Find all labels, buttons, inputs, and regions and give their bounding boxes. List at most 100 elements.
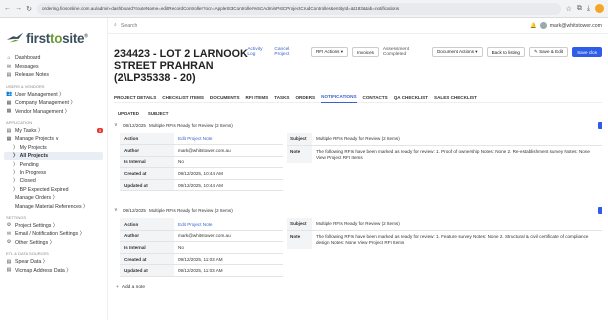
gear-icon: ⚙ (6, 239, 12, 246)
sidebar: firsttosite® ⌂ Dashboard ✉ Messages ▤ Release… (0, 18, 108, 320)
sidebar-item[interactable]: ▤ Vicmap Address Data 〉 (4, 266, 103, 274)
sidebar-item-manage-material[interactable]: Manage Material References 〉 (4, 202, 103, 210)
row-action-handle[interactable] (598, 206, 602, 214)
bird-logo-icon (6, 32, 24, 43)
chevron-down-icon[interactable]: ∨ (114, 207, 120, 213)
edit-project-note-link[interactable]: Edit Project Note (174, 133, 283, 146)
notes-icon: ▤ (6, 71, 12, 78)
reload-icon[interactable]: ↻ (26, 5, 32, 13)
table-cell: mark@whitstower.com.au (174, 144, 283, 157)
add-note-button[interactable]: + Add a note (114, 285, 602, 290)
page-title: 234423 - LOT 2 LARNOOK STREET PRAHRAN (2… (114, 48, 248, 84)
notification-row[interactable]: ∨ 08/12/2025 Multiple RFIs Ready for Revie… (114, 121, 602, 129)
search-input[interactable]: Search (121, 23, 137, 29)
tab-project-details[interactable]: PROJECT DETAILS (114, 92, 156, 103)
user-menu[interactable]: 🔔 mark@whitstower.com (530, 22, 602, 29)
browser-bar: ← → ↻ ordering.fiosonline.com.au/admin-d… (0, 0, 608, 18)
notification-detail: Action Edit Project Note Author mark@whitst… (114, 218, 602, 277)
sidebar-item[interactable]: ⌂ Dashboard (4, 54, 103, 62)
database-icon: ▤ (6, 267, 12, 273)
back-icon[interactable]: ← (4, 5, 11, 12)
back-to-listing-button[interactable]: Back to listing (486, 47, 525, 57)
rfi-actions-button[interactable]: RFI Actions ▾ (310, 47, 349, 57)
tab-orders[interactable]: ORDERS (295, 92, 315, 103)
company-icon: ▦ (6, 99, 12, 106)
tasks-count-badge: 3 (96, 128, 103, 134)
main-content: ⌕ Search 🔔 mark@whitstower.com 234423 - … (108, 18, 608, 320)
section-data: ETL & DATA SOURCES (6, 251, 49, 257)
notification-row[interactable]: ∨ 09/12/2025 Multiple RFIs Ready for Revie… (114, 206, 602, 214)
table-row: Author mark@whitstower.com.au (120, 144, 283, 157)
sidebar-item[interactable]: ⚙ Other Settings 〉 (4, 238, 103, 246)
sidebar-item-my-tasks[interactable]: ▤ My Tasks 〉 3 (4, 126, 103, 134)
column-subject[interactable]: SUBJECT (148, 111, 169, 116)
sidebar-subitem[interactable]: 〉 In Progress (4, 168, 103, 176)
sidebar-item[interactable]: ✉ Email / Notification Settings 〉 (4, 230, 103, 238)
table-cell: No (174, 241, 283, 254)
activity-log-link[interactable]: Activity Log (247, 47, 271, 57)
chevron-down-icon[interactable]: ∨ (114, 122, 120, 128)
table-row: Is Internal No (120, 241, 283, 254)
tab-rfi-items[interactable]: RFI ITEMS (246, 92, 269, 103)
sidebar-item-manage-projects[interactable]: ▦ Manage Projects ∨ (4, 135, 103, 143)
table-row: Is Internal No (120, 156, 283, 169)
table-row: Action Edit Project Note (120, 218, 283, 231)
download-icon[interactable]: ⤓ (587, 5, 590, 13)
gear-icon: ⚙ (6, 222, 12, 229)
extensions-icon[interactable]: ⧉ (577, 5, 582, 13)
tab-sales-checklist[interactable]: SALES CHECKLIST (434, 92, 477, 103)
invoices-button[interactable]: Invoices (352, 47, 379, 57)
tab-documents[interactable]: DOCUMENTS (210, 92, 240, 103)
sidebar-item[interactable]: ▦ Vendor Management 〉 (4, 107, 103, 115)
save-close-button[interactable]: Save clos (572, 47, 602, 57)
message-icon: ✉ (6, 63, 12, 70)
sidebar-item[interactable]: ▤ Spear Data 〉 (4, 257, 103, 266)
sidebar-subitem[interactable]: 〉 Pending (4, 160, 103, 168)
bell-icon[interactable]: 🔔 (530, 23, 536, 29)
sidebar-subitem[interactable]: 〉 All Projects (4, 151, 103, 160)
tasks-icon: ▤ (6, 127, 12, 134)
note-row: Note The following RFIs have been marked … (287, 231, 602, 249)
forward-icon[interactable]: → (15, 5, 22, 12)
subject-row: Subject Multiple RFIs Ready for Review (2… (287, 133, 602, 146)
sidebar-item[interactable]: 👥 User Management 〉 (4, 90, 103, 98)
document-actions-button[interactable]: Document Actions ▾ (431, 47, 483, 57)
tab-qa-checklist[interactable]: QA CHECKLIST (394, 92, 428, 103)
sidebar-item[interactable]: ▦ Company Management 〉 (4, 99, 103, 107)
tab-contacts[interactable]: CONTACTS (363, 92, 388, 103)
section-application: APPLICATION (6, 120, 33, 126)
tab-notifications[interactable]: NOTIFICATIONS (321, 92, 357, 103)
top-bar: ⌕ Search 🔔 mark@whitstower.com (108, 18, 608, 34)
table-row: Author mark@whitstower.com.au (120, 230, 283, 243)
user-avatar (539, 22, 547, 29)
sidebar-item[interactable]: ✉ Messages (4, 62, 103, 70)
users-icon: 👥 (6, 91, 13, 98)
profile-avatar[interactable] (595, 4, 604, 13)
sidebar-item-manage-orders[interactable]: Manage Orders 〉 (4, 193, 103, 201)
table-cell: 09/12/2025, 10:44 AM (174, 167, 283, 180)
sidebar-item[interactable]: ⚙ Project Settings 〉 (4, 221, 103, 229)
address-bar[interactable]: ordering.fiosonline.com.au/admin-dashboa… (37, 2, 561, 15)
notification-meta-table: Action Edit Project Note Author mark@whitst… (120, 218, 283, 277)
notification-content: Subject Multiple RFIs Ready for Review (2… (287, 133, 602, 191)
sidebar-subitem[interactable]: 〉 BP Expected Expired (4, 185, 103, 193)
table-cell: No (174, 156, 283, 169)
assessment-completed-button[interactable]: Assessment Completed (383, 47, 428, 57)
column-updated[interactable]: UPDATED (118, 111, 139, 116)
edit-project-note-link[interactable]: Edit Project Note (174, 218, 283, 231)
table-row: Created at 09/12/2025, 10:44 AM (120, 167, 283, 180)
logo[interactable]: firsttosite® (4, 22, 103, 54)
row-action-handle[interactable] (598, 121, 602, 129)
cancel-project-link[interactable]: Cancel Project (274, 47, 305, 57)
tab-checklist-items[interactable]: CHECKLIST ITEMS (162, 92, 204, 103)
search-icon[interactable]: ⌕ (114, 22, 117, 29)
tab-tasks[interactable]: TASKS (274, 92, 289, 103)
note-row: Note The following RFIs have been marked … (287, 145, 602, 164)
sidebar-subitem[interactable]: 〉 Closed (4, 177, 103, 185)
table-row: Action Edit Project Note (120, 133, 283, 146)
database-icon: ▤ (6, 258, 12, 265)
sidebar-subitem[interactable]: 〉 My Projects (4, 143, 103, 151)
star-icon[interactable]: ☆ (566, 5, 572, 13)
sidebar-item[interactable]: ▤ Release Notes (4, 71, 103, 79)
save-edit-button[interactable]: ✎ Save & Edit (528, 47, 569, 57)
